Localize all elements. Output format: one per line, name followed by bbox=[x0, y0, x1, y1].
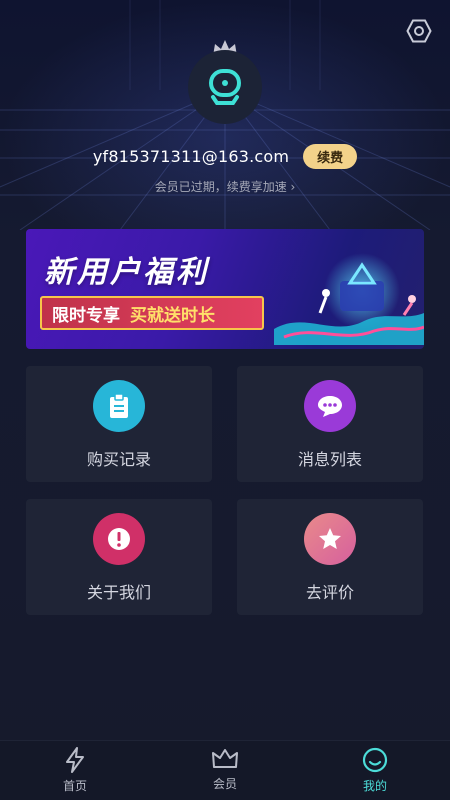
banner-sub-right: 买就送时长 bbox=[130, 305, 215, 326]
banner-illustration bbox=[274, 253, 424, 345]
account-email: yf815371311@163.com bbox=[92, 146, 290, 166]
membership-status[interactable]: 会员已过期，续费享加速 › bbox=[0, 178, 450, 195]
crown-icon bbox=[212, 749, 238, 768]
tab-label: 会员 bbox=[212, 777, 237, 791]
card-label: 消息列表 bbox=[297, 450, 362, 469]
about-us-card[interactable]: 关于我们 bbox=[26, 499, 212, 615]
rate-app-card[interactable]: 去评价 bbox=[237, 499, 423, 615]
tab-home[interactable]: 首页 bbox=[0, 741, 150, 800]
tab-membership[interactable]: 会员 bbox=[150, 741, 300, 800]
account-row: yf815371311@163.com 续费 bbox=[0, 143, 450, 169]
bottom-tab-bar: 首页 会员 我的 bbox=[0, 740, 450, 800]
avatar[interactable] bbox=[188, 50, 262, 124]
banner-sub-left: 限时专享 bbox=[52, 305, 120, 326]
clipboard-icon bbox=[93, 380, 145, 432]
banner-title: 新用户福利 bbox=[44, 255, 209, 290]
new-user-promo-banner[interactable]: 新用户福利 限时专享 买就送时长 bbox=[26, 229, 424, 349]
settings-hex-icon bbox=[406, 19, 432, 43]
tab-mine[interactable]: 我的 bbox=[300, 741, 450, 800]
card-label: 关于我们 bbox=[86, 583, 151, 602]
card-label: 购买记录 bbox=[86, 450, 151, 469]
purchase-history-card[interactable]: 购买记录 bbox=[26, 366, 212, 482]
alert-circle-icon bbox=[93, 513, 145, 565]
tab-label: 首页 bbox=[62, 779, 87, 793]
face-icon bbox=[362, 747, 388, 773]
message-list-card[interactable]: 消息列表 bbox=[237, 366, 423, 482]
lightning-icon bbox=[66, 747, 84, 773]
star-icon bbox=[304, 513, 356, 565]
chat-bubble-icon bbox=[304, 380, 356, 432]
settings-button[interactable] bbox=[404, 16, 434, 46]
renew-button[interactable]: 续费 bbox=[303, 143, 358, 169]
card-label: 去评价 bbox=[305, 583, 354, 602]
tab-label: 我的 bbox=[362, 779, 387, 793]
avatar-face-icon bbox=[209, 69, 241, 105]
banner-subtitle: 限时专享 买就送时长 bbox=[40, 296, 264, 330]
